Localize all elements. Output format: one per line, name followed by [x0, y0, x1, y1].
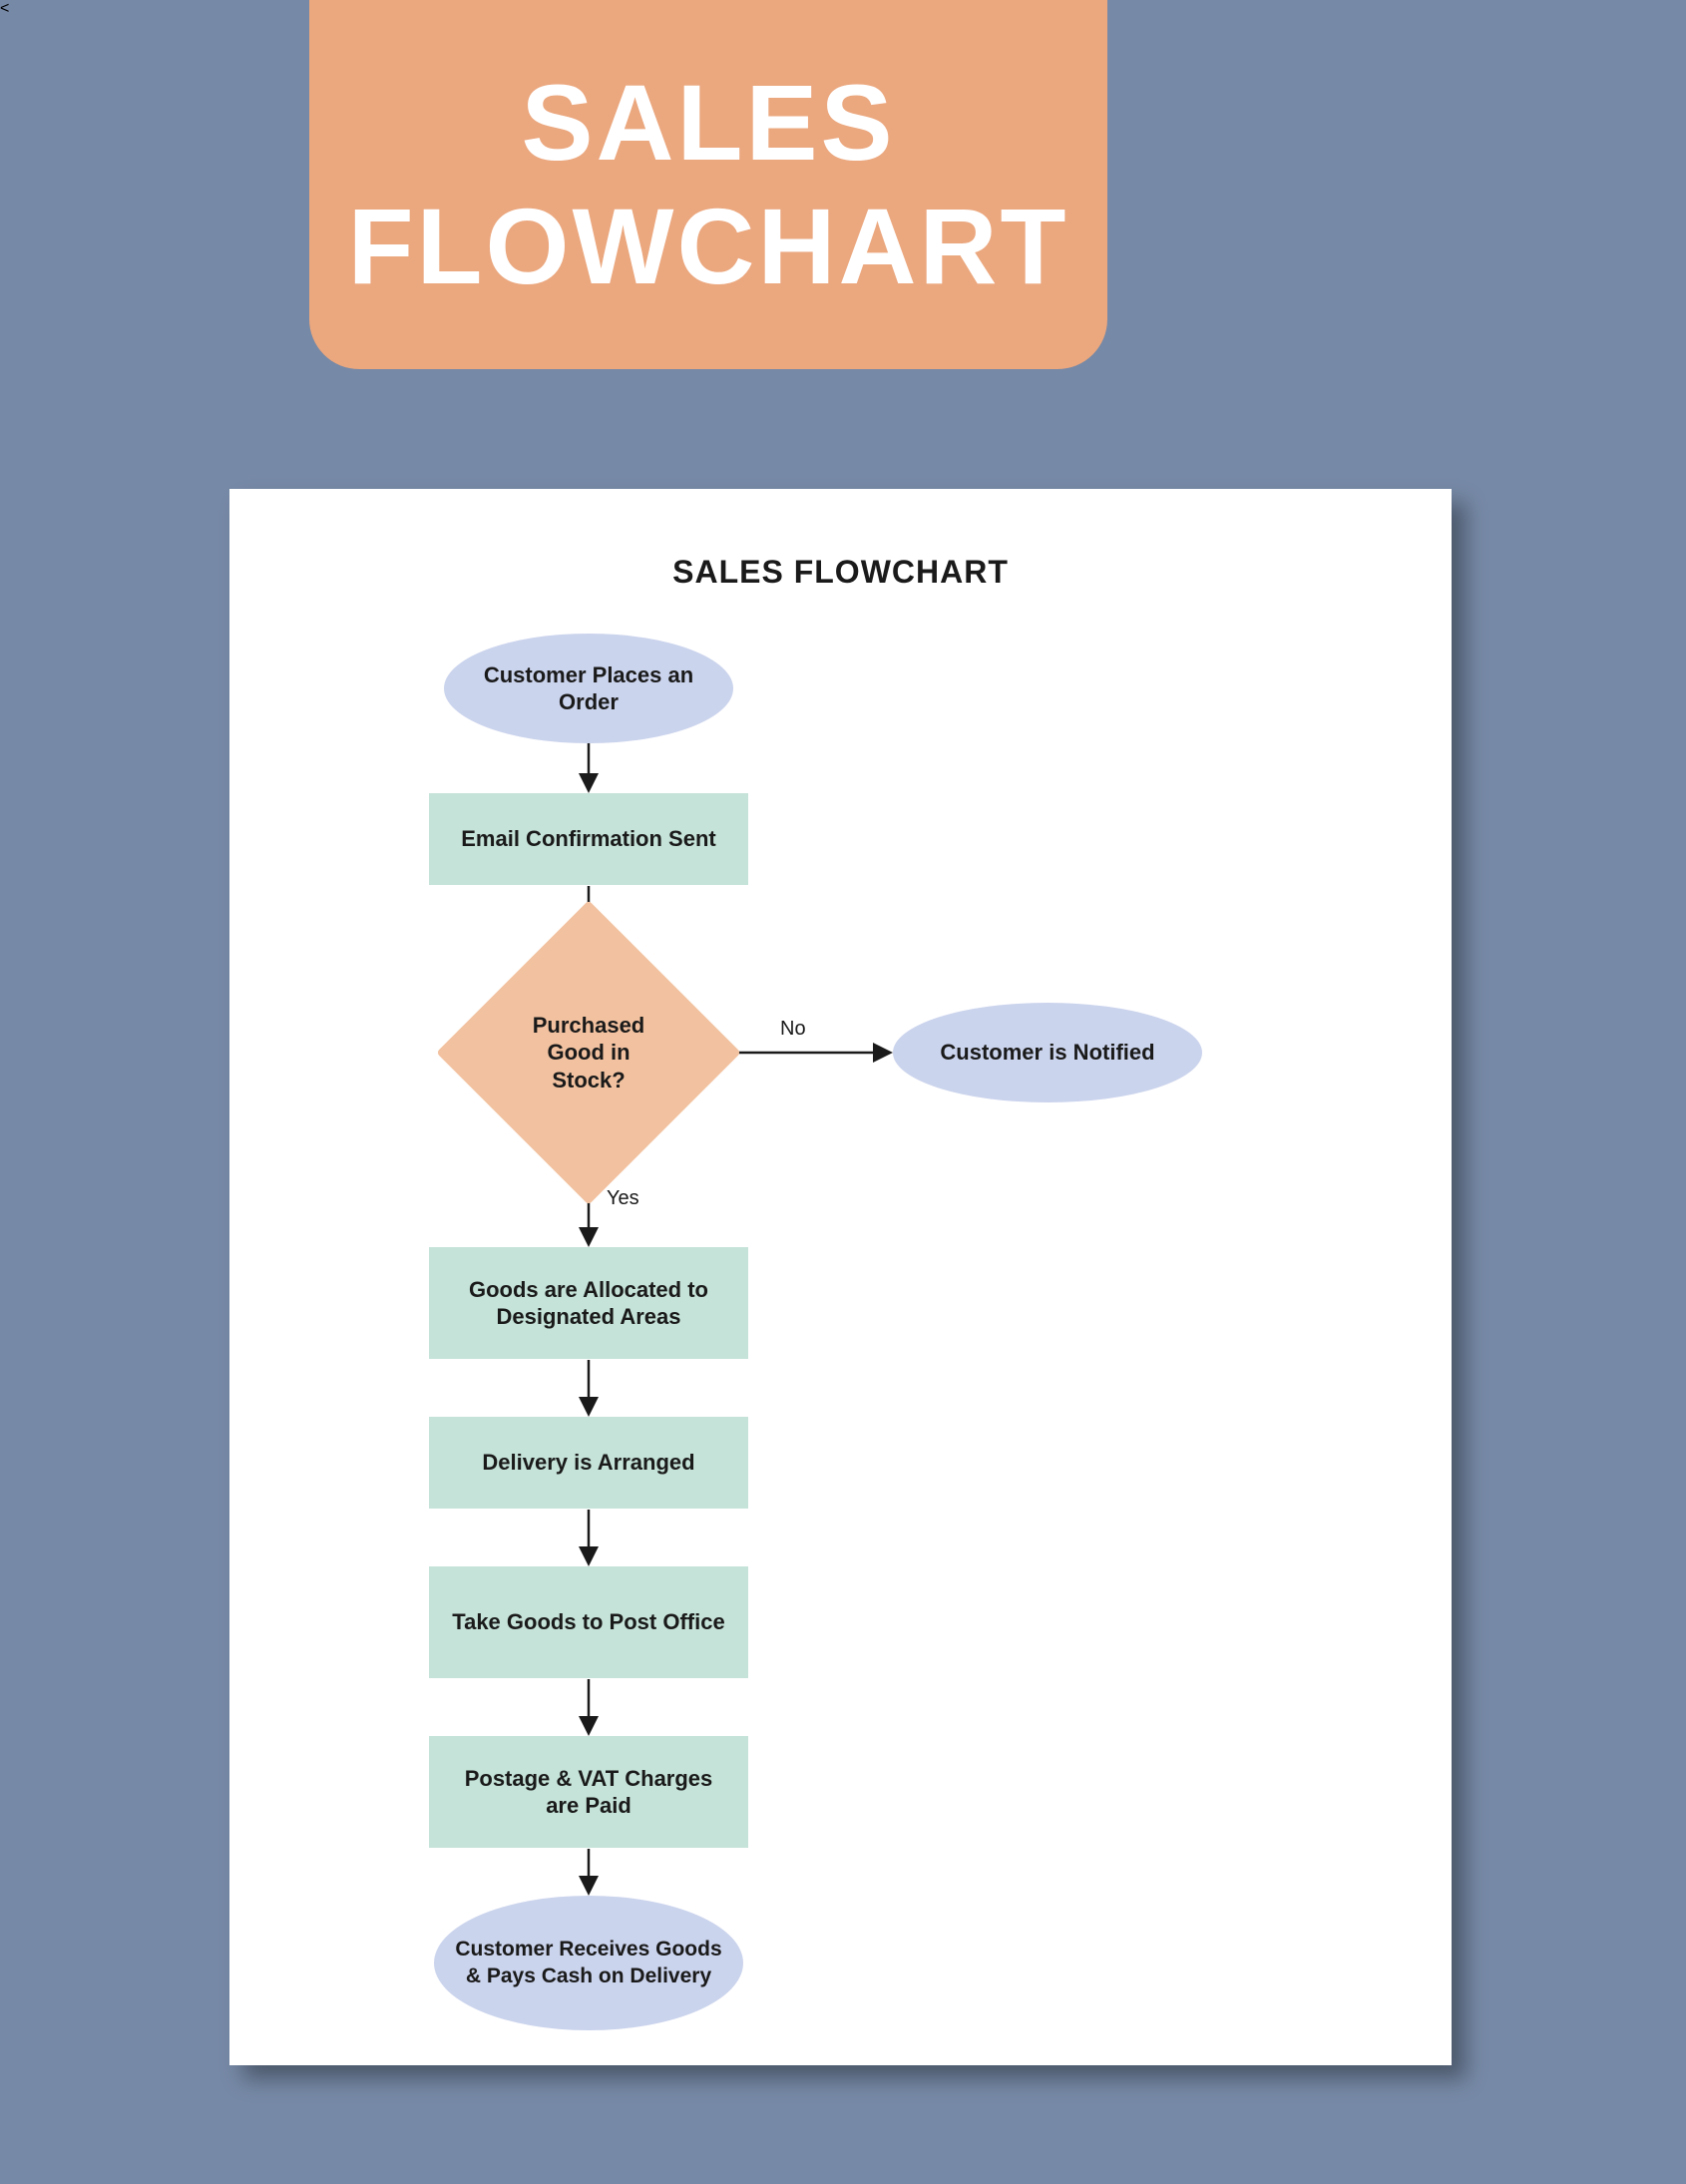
node-post: Take Goods to Post Office	[429, 1566, 748, 1678]
node-decision: Purchased Good in Stock?	[481, 945, 696, 1160]
node-notify: Customer is Notified	[893, 1003, 1202, 1102]
node-allocate-label: Goods are Allocated to Designated Areas	[449, 1276, 728, 1331]
node-postage-label: Postage & VAT Charges are Paid	[449, 1765, 728, 1820]
banner-title: SALES FLOWCHART	[309, 61, 1107, 308]
node-delivery: Delivery is Arranged	[429, 1417, 748, 1509]
node-email-label: Email Confirmation Sent	[461, 825, 715, 853]
node-notify-label: Customer is Notified	[940, 1039, 1154, 1067]
node-start: Customer Places an Order	[444, 634, 733, 743]
node-start-label: Customer Places an Order	[464, 661, 713, 716]
node-postage: Postage & VAT Charges are Paid	[429, 1736, 748, 1848]
node-end-label: Customer Receives Goods & Pays Cash on D…	[454, 1937, 723, 1989]
node-email: Email Confirmation Sent	[429, 793, 748, 885]
edge-label-yes: Yes	[607, 1187, 639, 1210]
node-post-label: Take Goods to Post Office	[452, 1608, 724, 1636]
edge-label-no: No	[780, 1018, 806, 1041]
connector-arrows	[229, 489, 1452, 2065]
page-title: SALES FLOWCHART	[229, 554, 1452, 591]
title-banner: SALES FLOWCHART	[309, 0, 1107, 369]
node-allocate: Goods are Allocated to Designated Areas	[429, 1247, 748, 1359]
node-decision-label: Purchased Good in Stock?	[481, 945, 696, 1160]
node-delivery-label: Delivery is Arranged	[482, 1449, 694, 1477]
node-end: Customer Receives Goods & Pays Cash on D…	[434, 1896, 743, 2030]
flowchart-page: SALES FLOWCHART Customer Places an Order…	[229, 489, 1452, 2065]
